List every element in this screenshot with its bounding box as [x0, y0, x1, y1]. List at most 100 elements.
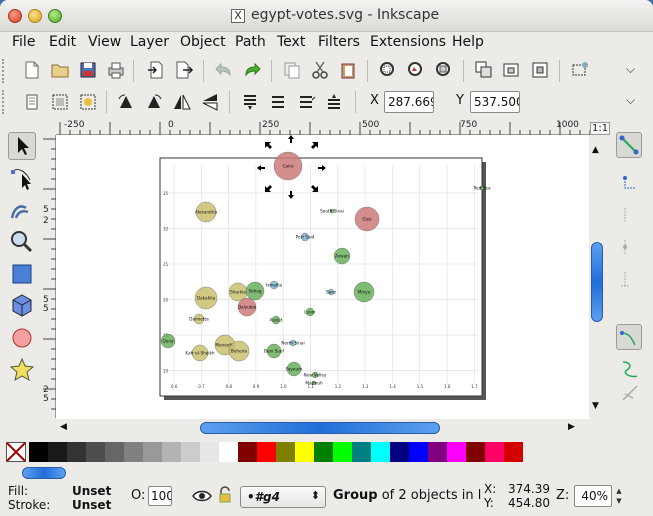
3d-box-tool[interactable] — [8, 292, 36, 320]
lower-icon[interactable] — [268, 92, 288, 112]
color-swatch[interactable] — [466, 442, 485, 462]
tweak-tool[interactable] — [8, 196, 36, 224]
save-icon[interactable] — [78, 60, 98, 80]
color-swatch[interactable] — [314, 442, 333, 462]
print-icon[interactable] — [106, 60, 126, 80]
new-document-icon[interactable] — [22, 60, 42, 80]
color-swatch[interactable] — [409, 442, 428, 462]
drawing-canvas[interactable]: 353025201510 0.60.70.80.91.01.11.21.31.4… — [56, 135, 589, 419]
raise-to-top-icon[interactable] — [324, 92, 344, 112]
snap-nodes-button[interactable] — [616, 324, 642, 350]
cut-icon[interactable] — [310, 60, 330, 80]
toolbar-grip[interactable] — [2, 59, 6, 83]
open-folder-icon[interactable] — [50, 60, 70, 80]
vertical-scrollbar[interactable]: ▲ ▼ — [589, 135, 606, 419]
horizontal-scroll-thumb[interactable] — [200, 422, 440, 434]
x-coordinate-input[interactable]: 287.669 — [384, 91, 434, 113]
color-swatch[interactable] — [257, 442, 276, 462]
color-swatch[interactable] — [219, 442, 238, 462]
palette-scroll-thumb[interactable] — [22, 467, 66, 479]
snap-midpoints-icon[interactable] — [619, 268, 641, 290]
zoom-page-icon[interactable] — [434, 60, 454, 80]
fill-value[interactable]: Unset — [72, 484, 111, 498]
spin-up-icon[interactable]: ▲ — [614, 486, 624, 496]
raise-icon[interactable] — [296, 92, 316, 112]
menu-text[interactable]: Text — [277, 34, 305, 50]
menu-file[interactable]: File — [12, 34, 35, 50]
color-swatch[interactable] — [143, 442, 162, 462]
color-swatch[interactable] — [105, 442, 124, 462]
horizontal-ruler[interactable]: -250 0 250 500 750 1000 — [56, 120, 608, 135]
color-swatch[interactable] — [200, 442, 219, 462]
horizontal-scrollbar[interactable]: ◀ ▶ — [56, 420, 606, 437]
snap-intersections-icon[interactable] — [619, 382, 641, 404]
toolbar-grip[interactable] — [2, 90, 6, 114]
menu-layer[interactable]: Layer — [130, 34, 169, 50]
deselect-icon[interactable] — [78, 92, 98, 112]
zoom-drawing-icon[interactable] — [406, 60, 426, 80]
ellipse-tool[interactable] — [8, 324, 36, 352]
document-properties-icon[interactable] — [530, 60, 550, 80]
color-swatch[interactable] — [295, 442, 314, 462]
opacity-input[interactable]: 100 — [148, 486, 172, 506]
selector-tool[interactable] — [8, 132, 36, 160]
y-coordinate-input[interactable]: 537.500 — [470, 91, 520, 113]
zoom-selection-icon[interactable] — [378, 60, 398, 80]
paste-icon[interactable] — [338, 60, 358, 80]
ungroup-icon[interactable] — [502, 60, 522, 80]
zoom-input[interactable]: 40% — [574, 485, 612, 507]
rotate-cw-icon[interactable] — [144, 92, 164, 112]
chevron-down-icon[interactable]: ⌵ — [626, 93, 635, 108]
undo-icon[interactable] — [214, 60, 234, 80]
node-tool[interactable] — [8, 164, 36, 192]
xml-editor-icon[interactable] — [570, 60, 590, 80]
import-icon[interactable] — [146, 60, 166, 80]
color-swatch[interactable] — [447, 442, 466, 462]
resize-handle-ne[interactable] — [311, 142, 318, 149]
chart-drawing[interactable]: 353025201510 0.60.70.80.91.01.11.21.31.4… — [56, 135, 589, 419]
menu-object[interactable]: Object — [180, 34, 226, 50]
resize-handle-n[interactable] — [288, 135, 294, 143]
color-swatch[interactable] — [371, 442, 390, 462]
menu-help[interactable]: Help — [452, 34, 484, 50]
no-paint-icon[interactable] — [6, 442, 26, 462]
snap-paths-icon[interactable] — [619, 358, 641, 380]
color-swatch[interactable] — [67, 442, 86, 462]
maximize-window-button[interactable] — [48, 9, 62, 23]
current-layer-dropdown[interactable]: •#g4 ⬍ — [240, 486, 326, 508]
menu-path[interactable]: Path — [235, 34, 266, 50]
select-all-icon[interactable] — [22, 92, 42, 112]
color-swatch[interactable] — [86, 442, 105, 462]
vertical-ruler[interactable]: 5 2 5 5 2 5 — [41, 135, 56, 418]
flip-vertical-icon[interactable] — [200, 92, 220, 112]
menu-edit[interactable]: Edit — [49, 34, 76, 50]
rotate-ccw-icon[interactable] — [116, 92, 136, 112]
rectangle-tool[interactable] — [8, 260, 36, 288]
snap-bbox-corners-icon[interactable] — [619, 236, 641, 258]
vertical-scroll-thumb[interactable] — [591, 242, 603, 322]
duplicate-icon[interactable] — [282, 60, 302, 80]
color-swatch[interactable] — [504, 442, 523, 462]
color-swatch[interactable] — [124, 442, 143, 462]
zoom-tool[interactable] — [8, 228, 36, 256]
export-icon[interactable] — [174, 60, 194, 80]
select-all-layers-icon[interactable] — [50, 92, 70, 112]
color-swatch[interactable] — [29, 442, 48, 462]
close-window-button[interactable] — [8, 9, 22, 23]
spin-down-icon[interactable]: ▼ — [614, 496, 624, 506]
palette-scrollbar[interactable] — [0, 464, 653, 482]
group-icon[interactable] — [474, 60, 494, 80]
lower-to-bottom-icon[interactable] — [240, 92, 260, 112]
redo-icon[interactable] — [242, 60, 262, 80]
color-swatch[interactable] — [238, 442, 257, 462]
minimize-window-button[interactable] — [28, 9, 42, 23]
scroll-down-icon[interactable]: ▼ — [592, 401, 599, 411]
menu-filters[interactable]: Filters — [318, 34, 360, 50]
menu-extensions[interactable]: Extensions — [370, 34, 446, 50]
menu-view[interactable]: View — [88, 34, 121, 50]
color-swatch[interactable] — [390, 442, 409, 462]
eye-icon[interactable] — [192, 488, 212, 504]
snap-bbox-icon[interactable] — [619, 172, 641, 194]
snap-bbox-edges-icon[interactable] — [619, 204, 641, 226]
color-swatch[interactable] — [181, 442, 200, 462]
